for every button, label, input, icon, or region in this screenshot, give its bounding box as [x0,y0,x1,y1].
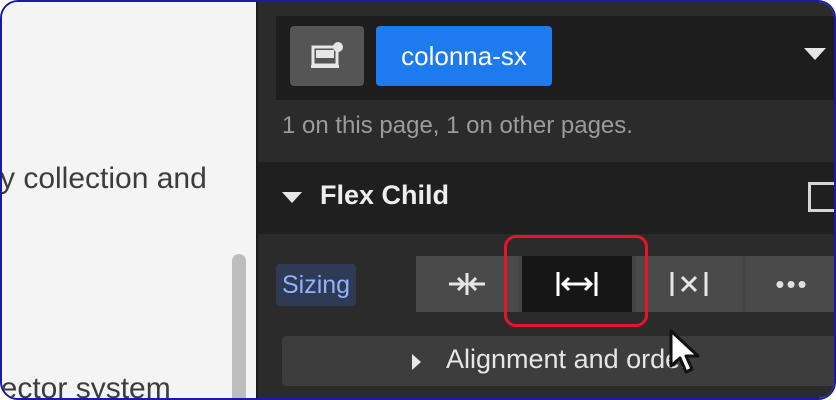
mouse-cursor-icon [669,329,700,374]
page-canvas: y collection and lector system [2,2,256,398]
more-options-button[interactable]: ••• [746,256,834,312]
style-panel: colonna-sx 1 on this page, 1 on other pa… [256,2,834,398]
chevron-down-icon[interactable] [804,48,826,60]
alignment-and-order-toggle[interactable]: Alignment and order [282,336,834,386]
element-icon[interactable] [290,26,364,86]
highlight-annotation [504,235,648,327]
caret-down-icon[interactable] [282,192,302,203]
alignment-and-order-label: Alignment and order [446,344,690,374]
canvas-text-line: y collection and [2,162,207,195]
no-shrink-grow-button[interactable] [636,256,742,312]
no-shrink-grow-icon [670,272,708,296]
more-icon: ••• [775,268,809,299]
expand-icon[interactable] [808,182,834,212]
shrink-button[interactable] [416,256,518,312]
section-title: Flex Child [320,180,450,210]
class-chip[interactable]: colonna-sx [376,26,552,86]
sizing-label: Sizing [276,264,357,306]
shrink-icon [449,273,485,295]
class-usage-text: 1 on this page, 1 on other pages. [282,112,633,139]
caret-right-icon [412,354,421,370]
canvas-text-line: lector system [2,372,171,398]
screenshot-frame: y collection and lector system colonna-s… [0,0,836,400]
flex-child-section-header[interactable]: Flex Child [258,162,834,234]
selector-field[interactable]: colonna-sx [276,16,834,100]
canvas-scrollbar[interactable] [232,254,246,398]
